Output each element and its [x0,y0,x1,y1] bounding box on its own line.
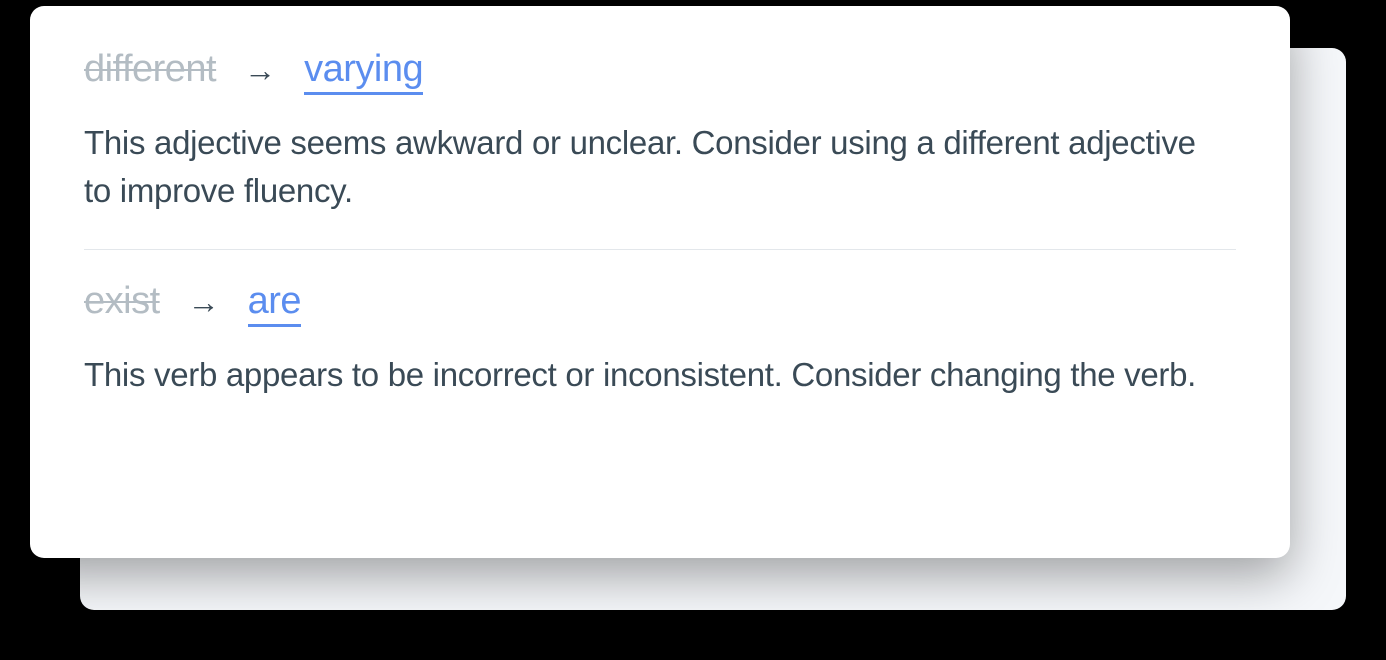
suggestion-header: different → varying [84,48,1236,95]
suggestion-explanation: This verb appears to be incorrect or inc… [84,351,1204,399]
suggestion-explanation: This adjective seems awkward or unclear.… [84,119,1204,215]
arrow-icon: → [188,284,220,321]
divider [84,249,1236,250]
replacement-word[interactable]: varying [304,48,423,95]
arrow-icon: → [244,52,276,89]
original-word: exist [84,280,160,323]
replacement-word[interactable]: are [248,280,301,327]
original-word: different [84,48,216,91]
suggestion-header: exist → are [84,280,1236,327]
suggestions-card: different → varying This adjective seems… [30,6,1290,558]
